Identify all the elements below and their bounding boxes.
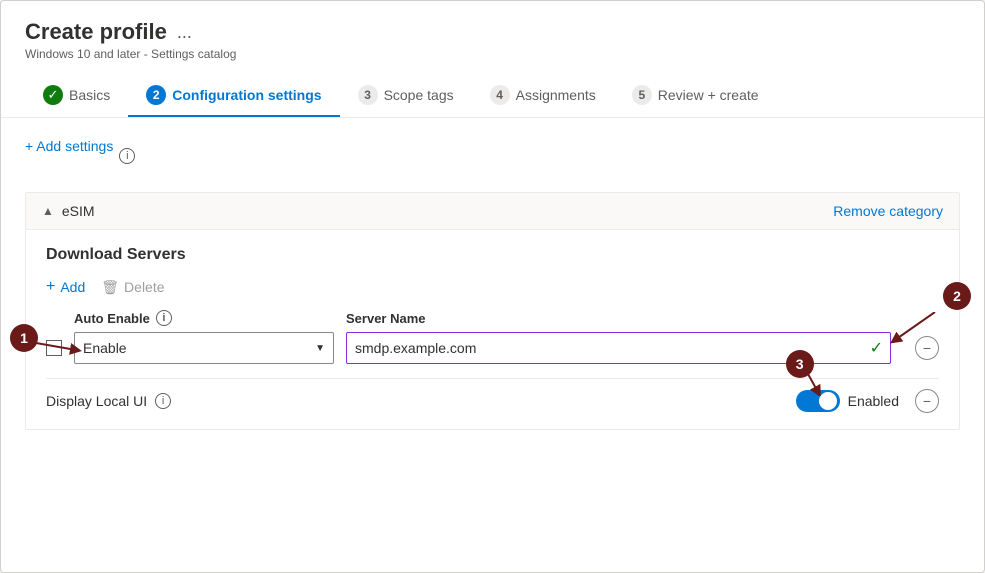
tab-assignments-label: Assignments [516,87,596,103]
main-content: + Add settings i ▲ eSIM Remove category … [1,118,984,460]
category-body: Download Servers + Add 🗑 Delete Auto [26,230,959,429]
minus-icon-2: − [923,393,931,409]
display-local-label: Display Local UI [46,393,147,409]
delete-label: Delete [124,279,164,295]
delete-icon: 🗑 [101,279,119,296]
add-settings-info-icon[interactable]: i [119,148,135,164]
annotation-badge-1: 1 [10,324,38,352]
category-chevron-icon[interactable]: ▲ [42,204,54,218]
enable-dropdown-wrapper: Enable ▼ [74,332,334,364]
arrow-3 [802,374,842,396]
tab-configuration-num: 2 [146,85,166,105]
page-title: Create profile [25,19,167,45]
page-subtitle: Windows 10 and later - Settings catalog [25,47,960,61]
tab-scope-num: 3 [358,85,378,105]
annotation-badge-2: 2 [943,282,971,310]
tab-configuration-label: Configuration settings [172,87,321,103]
tab-scope[interactable]: 3 Scope tags [340,75,472,117]
tab-check-icon: ✓ [43,85,63,105]
delete-button[interactable]: 🗑 Delete [101,279,164,296]
table-header-row: Auto Enable i Server Name [46,310,939,326]
wizard-tabs: ✓ Basics 2 Configuration settings 3 Scop… [25,75,960,117]
more-options-icon[interactable]: ... [177,22,192,43]
add-icon: + [46,278,55,296]
tab-basics-label: Basics [69,87,110,103]
display-local-toggle-wrapper: 3 Enabled [796,390,899,412]
tab-scope-label: Scope tags [384,87,454,103]
add-label: Add [60,279,85,295]
input-valid-icon: ✓ [870,338,883,358]
remove-category-button[interactable]: Remove category [833,203,943,219]
add-settings-link[interactable]: + Add settings [25,138,113,154]
auto-enable-info-icon[interactable]: i [156,310,172,326]
col-server-name-label: Server Name [346,311,939,326]
arrow-2 [885,312,965,348]
display-local-info-icon[interactable]: i [155,393,171,409]
enable-dropdown-value: Enable [83,340,127,356]
arrow-1 [36,338,86,358]
display-local-controls: 3 Enabled − [796,389,939,413]
tab-assignments[interactable]: 4 Assignments [472,75,614,117]
toggle-enabled-label: Enabled [848,393,899,409]
tab-review-label: Review + create [658,87,759,103]
tab-assignments-num: 4 [490,85,510,105]
annotation-badge-3: 3 [786,350,814,378]
tab-review[interactable]: 5 Review + create [614,75,777,117]
download-servers-toolbar: + Add 🗑 Delete [46,278,939,296]
add-button[interactable]: + Add [46,278,85,296]
tab-basics[interactable]: ✓ Basics [25,75,128,117]
col-auto-enable-label: Auto Enable [74,311,150,326]
category-header: ▲ eSIM Remove category [26,193,959,230]
display-local-ui-row: Display Local UI i 3 [46,378,939,413]
category-name: eSIM [62,203,95,219]
esim-category-section: ▲ eSIM Remove category Download Servers … [25,192,960,430]
tab-review-num: 5 [632,85,652,105]
download-servers-title: Download Servers [46,246,939,264]
tab-configuration[interactable]: 2 Configuration settings [128,75,339,117]
page-header: Create profile ... Windows 10 and later … [1,1,984,118]
enable-dropdown[interactable]: Enable ▼ [74,332,334,364]
remove-display-local-button[interactable]: − [915,389,939,413]
dropdown-chevron-icon: ▼ [315,343,325,354]
